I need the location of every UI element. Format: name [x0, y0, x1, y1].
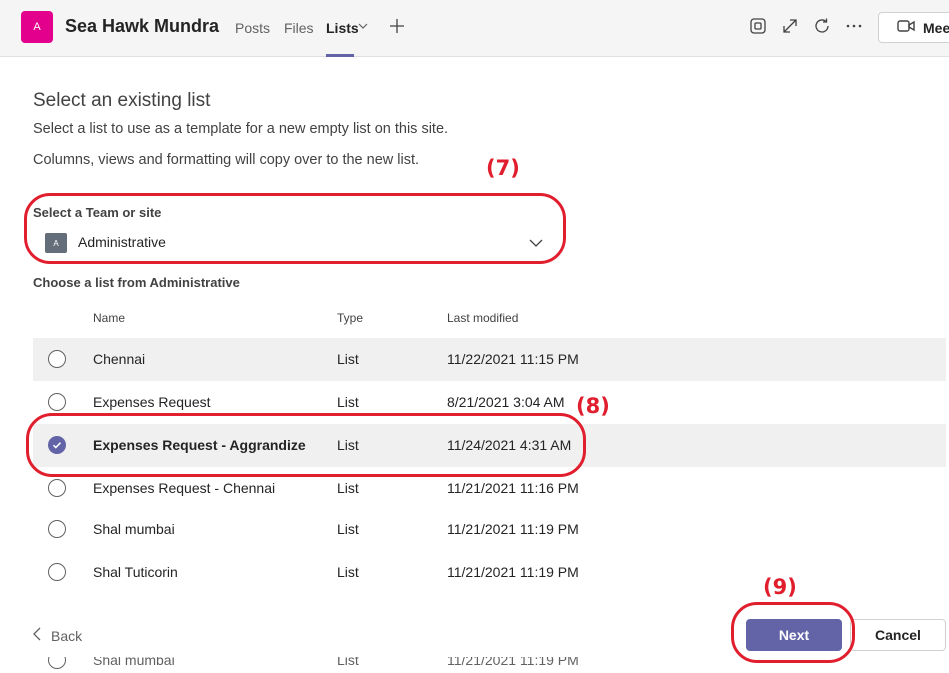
row-name: Chennai — [93, 351, 146, 367]
annotation-ring-site — [24, 193, 566, 264]
row-radio[interactable] — [48, 479, 66, 497]
list-row[interactable]: Shal Tuticorin List 11/21/2021 11:19 PM — [33, 551, 946, 594]
row-type: List — [337, 564, 359, 580]
back-button-label: Back — [51, 627, 83, 644]
meet-button-label: Mee — [923, 19, 949, 36]
meet-button[interactable]: Mee — [878, 12, 949, 43]
row-modified: 11/21/2021 11:16 PM — [447, 480, 579, 496]
expand-icon[interactable] — [779, 15, 801, 37]
row-type: List — [337, 351, 359, 367]
row-name: Shal Tuticorin — [93, 564, 178, 580]
team-name: Sea Hawk Mundra — [65, 16, 220, 36]
description-line-2: Columns, views and formatting will copy … — [33, 152, 420, 168]
column-header-type[interactable]: Type — [337, 311, 363, 325]
open-in-browser-icon[interactable] — [747, 15, 769, 37]
team-avatar[interactable]: A — [21, 11, 53, 43]
refresh-icon[interactable] — [811, 15, 833, 37]
row-name: Expenses Request — [93, 394, 211, 410]
add-tab-icon[interactable] — [386, 15, 408, 37]
more-options-icon[interactable] — [843, 15, 865, 37]
annotation-ring-next — [731, 602, 855, 663]
row-modified: 11/21/2021 11:19 PM — [447, 657, 579, 668]
column-header-modified[interactable]: Last modified — [447, 311, 518, 325]
row-modified: 11/22/2021 11:15 PM — [447, 351, 579, 367]
row-radio[interactable] — [48, 393, 66, 411]
active-tab-indicator — [326, 54, 354, 57]
chevron-down-icon[interactable] — [357, 18, 369, 34]
annotation-step-8: (8) — [576, 394, 610, 418]
tab-lists[interactable]: Lists — [326, 20, 359, 36]
page-title: Select an existing list — [33, 90, 211, 111]
row-type: List — [337, 394, 359, 410]
app-header: A Sea Hawk Mundra Posts Files Lists Mee — [0, 0, 949, 57]
annotation-step-9: (9) — [763, 575, 797, 599]
row-type: List — [337, 657, 359, 668]
annotation-ring-row — [26, 413, 586, 477]
column-header-name[interactable]: Name — [93, 311, 125, 325]
row-name: Expenses Request - Chennai — [93, 480, 276, 496]
row-radio — [48, 657, 66, 669]
row-radio[interactable] — [48, 520, 66, 538]
row-name: Shal mumbai — [93, 657, 175, 668]
row-modified: 11/21/2021 11:19 PM — [447, 521, 579, 537]
chevron-left-icon — [33, 627, 41, 644]
annotation-step-7: (7) — [486, 156, 520, 180]
row-modified: 8/21/2021 3:04 AM — [447, 394, 565, 410]
tab-posts[interactable]: Posts — [235, 20, 270, 36]
list-chooser-label: Choose a list from Administrative — [33, 275, 240, 290]
video-camera-icon — [897, 19, 915, 36]
row-radio[interactable] — [48, 350, 66, 368]
row-modified: 11/21/2021 11:19 PM — [447, 564, 579, 580]
row-type: List — [337, 480, 359, 496]
list-row[interactable]: Shal mumbai List 11/21/2021 11:19 PM — [33, 508, 946, 551]
row-type: List — [337, 521, 359, 537]
description-line-1: Select a list to use as a template for a… — [33, 121, 449, 137]
cancel-button[interactable]: Cancel — [850, 619, 946, 651]
back-button[interactable]: Back — [33, 627, 82, 644]
row-radio[interactable] — [48, 563, 66, 581]
tab-files[interactable]: Files — [284, 20, 314, 36]
list-row[interactable]: Chennai List 11/22/2021 11:15 PM — [33, 338, 946, 381]
row-name: Shal mumbai — [93, 521, 175, 537]
